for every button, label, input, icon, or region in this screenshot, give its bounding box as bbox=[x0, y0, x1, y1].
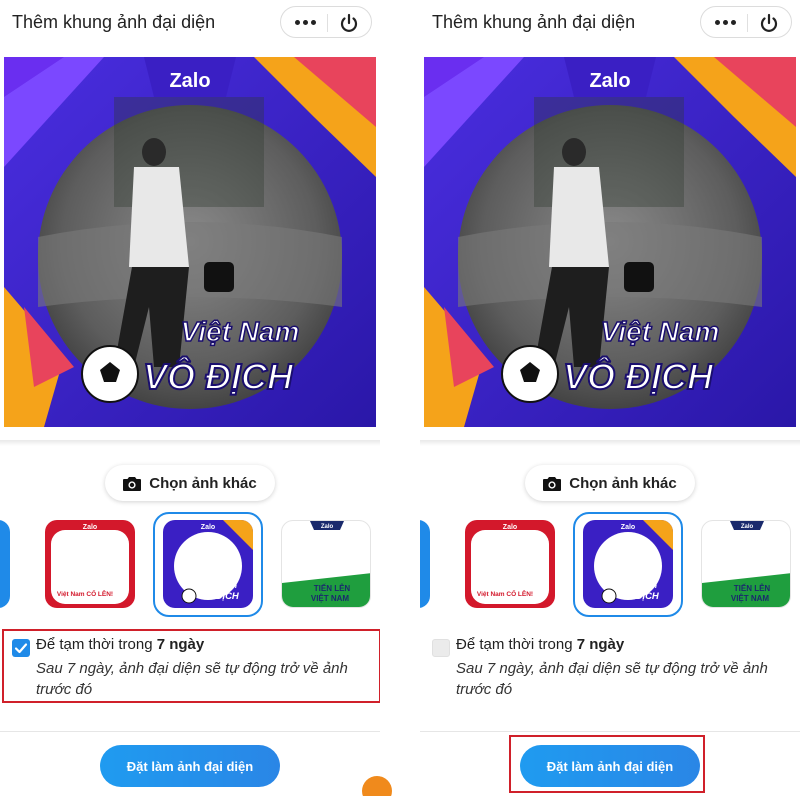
frame-screen-right: Thêm khung ảnh đại diện Zalo Việt Nam VÔ… bbox=[420, 0, 800, 796]
frame-art: Zalo Việt Nam CỐ LÊN! bbox=[471, 524, 549, 604]
page-title: Thêm khung ảnh đại diện bbox=[12, 12, 216, 32]
temporary-option: Để tạm thời trong 7 ngày Sau 7 ngày, ảnh… bbox=[424, 628, 800, 702]
page-title: Thêm khung ảnh đại diện bbox=[432, 12, 636, 32]
frame-thumb-vo-dich[interactable]: Zalo Việt Nam VÔ ĐỊCH bbox=[163, 520, 253, 608]
frame-brand-text: Zalo bbox=[83, 524, 97, 531]
frame-caption1-text: TIẾN LÊN bbox=[314, 583, 351, 593]
frame-brand-text: Zalo bbox=[201, 524, 215, 531]
temporary-prefix: Để tạm thời trong bbox=[456, 636, 577, 653]
choose-other-photo-button[interactable]: Chọn ảnh khác bbox=[525, 465, 695, 501]
top-bar: Thêm khung ảnh đại diện bbox=[420, 0, 800, 44]
avatar-frame-preview: Zalo Việt Nam VÔ ĐỊCH bbox=[424, 57, 796, 427]
footer-divider bbox=[0, 731, 380, 732]
frame-carousel[interactable]: Zalo Việt Nam CỐ LÊN! Zalo Việt Nam VÔ Đ… bbox=[420, 512, 800, 617]
frame-thumb-partial[interactable] bbox=[0, 520, 10, 608]
section-divider bbox=[0, 440, 380, 446]
frame-art: Zalo TIẾN LÊN VIỆT NAM bbox=[702, 521, 790, 607]
more-dots-icon[interactable] bbox=[289, 12, 321, 32]
frame-caption1-text: Việt Nam bbox=[625, 581, 657, 590]
choose-photo-label: Chọn ảnh khác bbox=[569, 474, 677, 492]
mini-app-capsule bbox=[700, 6, 792, 38]
frame-screen-left: Thêm khung ảnh đại diện Zalo Việt Nam VÔ… bbox=[0, 0, 380, 796]
set-as-avatar-label: Đặt làm ảnh đại diện bbox=[126, 758, 254, 774]
gutter bbox=[380, 0, 420, 796]
choose-other-photo-button[interactable]: Chọn ảnh khác bbox=[105, 465, 275, 501]
capsule-divider bbox=[747, 14, 748, 32]
frame-brand-text: Zalo bbox=[621, 524, 635, 531]
temporary-option-note: Sau 7 ngày, ảnh đại diện sẽ tự động trở … bbox=[456, 660, 768, 698]
frame-caption1-text: TIẾN LÊN bbox=[734, 583, 771, 593]
highlight-box-button bbox=[509, 735, 705, 793]
frame-caption2-text: VÔ ĐỊCH bbox=[199, 590, 240, 602]
top-bar: Thêm khung ảnh đại diện bbox=[0, 0, 380, 44]
frame-art: Zalo Việt Nam VÔ ĐỊCH bbox=[594, 520, 673, 604]
preview-line2-text: VÔ ĐỊCH bbox=[563, 355, 714, 397]
frame-thumb-co-len[interactable]: Zalo Việt Nam CỐ LÊN! bbox=[45, 520, 135, 608]
frame-thumb-vo-dich[interactable]: Zalo Việt Nam VÔ ĐỊCH bbox=[583, 520, 673, 608]
frame-art: Zalo Việt Nam CỐ LÊN! bbox=[51, 524, 129, 604]
choose-photo-label: Chọn ảnh khác bbox=[149, 474, 257, 492]
frame-caption2-text: VIỆT NAM bbox=[731, 594, 770, 603]
avatar-frame-preview: Zalo Việt Nam VÔ ĐỊCH bbox=[4, 57, 376, 427]
frame-thumb-tien-len[interactable]: Zalo TIẾN LÊN VIỆT NAM bbox=[281, 520, 371, 608]
mini-app-capsule bbox=[280, 6, 372, 38]
frame-thumb-partial[interactable] bbox=[420, 520, 430, 608]
temporary-checkbox[interactable] bbox=[432, 639, 450, 657]
preview-line1-text: Việt Nam bbox=[181, 316, 300, 347]
preview-line2-text: VÔ ĐỊCH bbox=[143, 355, 294, 397]
frame-art: Zalo Việt Nam VÔ ĐỊCH bbox=[174, 520, 253, 604]
highlight-box-option bbox=[2, 629, 380, 703]
preview-brand-text: Zalo bbox=[169, 70, 210, 92]
capsule-divider bbox=[327, 14, 328, 32]
preview-brand-text: Zalo bbox=[589, 70, 630, 92]
frame-brand-text: Zalo bbox=[321, 524, 334, 530]
power-icon[interactable] bbox=[753, 11, 785, 35]
temporary-duration: 7 ngày bbox=[576, 636, 625, 653]
frame-art: Zalo TIẾN LÊN VIỆT NAM bbox=[282, 521, 370, 607]
frame-thumb-co-len[interactable]: Zalo Việt Nam CỐ LÊN! bbox=[465, 520, 555, 608]
temporary-option-label: Để tạm thời trong 7 ngày bbox=[456, 636, 624, 653]
section-divider bbox=[420, 440, 800, 446]
camera-icon bbox=[543, 476, 562, 491]
frame-caption2-text: VIỆT NAM bbox=[311, 594, 350, 603]
frame-thumb-tien-len[interactable]: Zalo TIẾN LÊN VIỆT NAM bbox=[701, 520, 791, 608]
set-as-avatar-button[interactable]: Đặt làm ảnh đại diện bbox=[100, 745, 280, 787]
power-icon[interactable] bbox=[333, 11, 365, 35]
frame-carousel[interactable]: Zalo Việt Nam CỐ LÊN! Zalo Việt Nam VÔ Đ… bbox=[0, 512, 380, 617]
frame-brand-text: Zalo bbox=[741, 524, 754, 530]
footer-divider bbox=[420, 731, 800, 732]
more-dots-icon[interactable] bbox=[709, 12, 741, 32]
preview-line1-text: Việt Nam bbox=[601, 316, 720, 347]
camera-icon bbox=[123, 476, 142, 491]
frame-brand-text: Zalo bbox=[503, 524, 517, 531]
frame-caption1-text: Việt Nam bbox=[205, 581, 237, 590]
frame-caption2-text: VÔ ĐỊCH bbox=[619, 590, 660, 602]
